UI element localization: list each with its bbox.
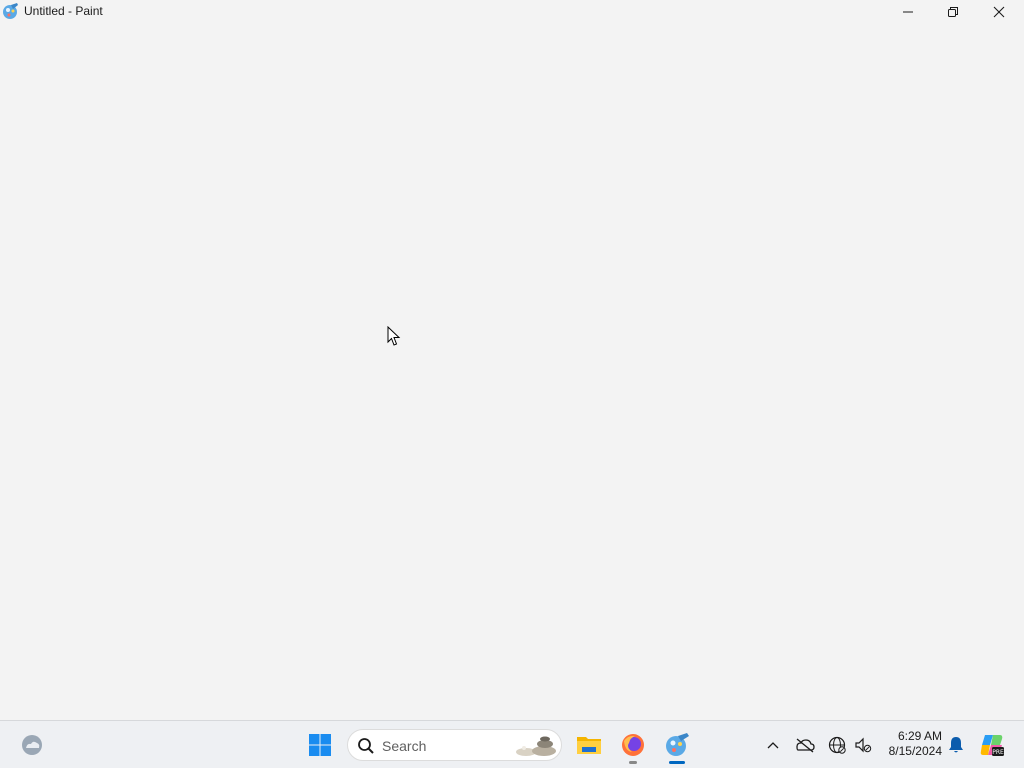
widgets-button[interactable]	[16, 729, 48, 761]
start-button[interactable]	[304, 729, 336, 761]
taskbar-clock[interactable]: 6:29 AM 8/15/2024	[880, 729, 942, 761]
taskbar: Search 6:29 AM 8/15/2024 PRE	[0, 720, 1024, 768]
search-placeholder: Search	[382, 738, 427, 754]
search-highlight-icon	[516, 736, 556, 756]
chevron-up-icon	[767, 742, 779, 749]
windows-start-icon	[309, 734, 331, 756]
file-explorer-button[interactable]	[572, 729, 606, 761]
taskbar-search-box[interactable]: Search	[347, 729, 562, 761]
firefox-button[interactable]	[616, 729, 650, 761]
notifications-button[interactable]	[946, 733, 966, 757]
network-icon	[828, 736, 846, 754]
window-title: Untitled - Paint	[24, 4, 103, 18]
close-button[interactable]	[976, 0, 1022, 24]
paint-active-indicator	[669, 761, 685, 764]
close-icon	[993, 6, 1005, 18]
copilot-button[interactable]: PRE	[978, 731, 1006, 759]
sound-icon	[855, 737, 872, 753]
restore-icon	[948, 7, 958, 17]
restore-button[interactable]	[930, 0, 976, 24]
clock-time: 6:29 AM	[897, 729, 942, 743]
show-hidden-icons-button[interactable]	[763, 733, 783, 757]
minimize-icon	[903, 11, 913, 13]
firefox-icon	[622, 734, 644, 756]
onedrive-tray-button[interactable]	[793, 733, 817, 757]
paint-icon	[666, 733, 689, 756]
onedrive-icon	[796, 738, 815, 753]
title-bar[interactable]: Untitled - Paint	[0, 0, 1024, 24]
search-icon	[358, 738, 374, 754]
canvas-area[interactable]	[0, 24, 1024, 720]
minimize-button[interactable]	[885, 0, 931, 24]
mouse-cursor-icon	[387, 326, 401, 346]
sound-tray-button[interactable]	[852, 733, 874, 757]
paint-icon	[3, 3, 18, 19]
copilot-icon: PRE	[980, 735, 1004, 756]
bell-icon	[949, 737, 963, 753]
file-explorer-icon	[577, 737, 601, 754]
weather-widget-icon	[22, 735, 42, 755]
paint-window: Untitled - Paint	[0, 0, 1024, 720]
clock-date: 8/15/2024	[888, 744, 942, 758]
network-tray-button[interactable]	[826, 733, 848, 757]
firefox-running-indicator	[629, 761, 637, 764]
svg-text:PRE: PRE	[992, 749, 1004, 756]
paint-taskbar-button[interactable]	[660, 729, 694, 761]
